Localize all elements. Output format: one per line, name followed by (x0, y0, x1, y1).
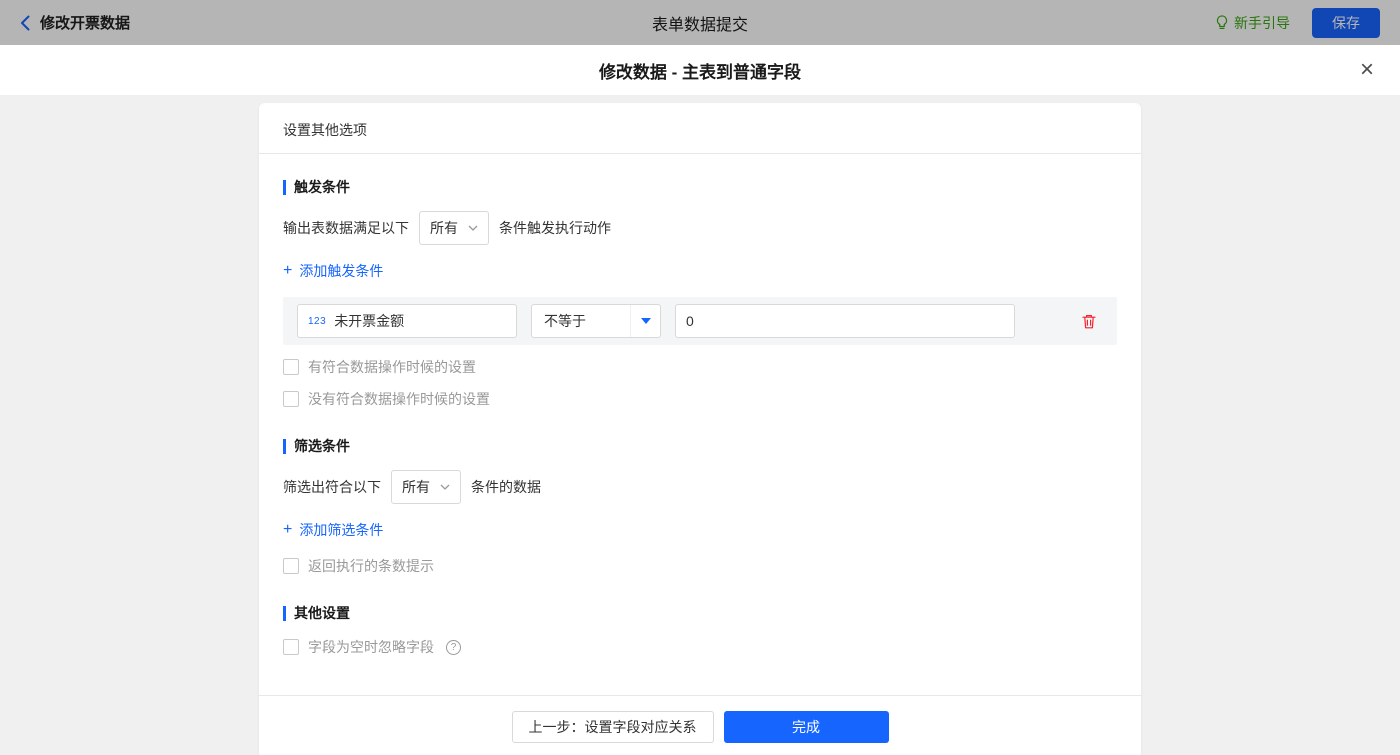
other-settings-section: 其他设置 字段为空时忽略字段 ? (283, 606, 1117, 657)
beginner-guide-button[interactable]: 新手引导 (1215, 13, 1290, 33)
trigger-match-sentence: 输出表数据满足以下 所有 条件触发执行动作 (283, 211, 1117, 245)
close-icon[interactable]: × (1360, 58, 1374, 82)
trigger-conditions-section: 触发条件 输出表数据满足以下 所有 条件触发执行动作 + 添加触发条件 123 … (283, 180, 1117, 409)
other-section-title: 其他设置 (283, 606, 1117, 621)
trigger-match-select-value: 所有 (430, 220, 458, 236)
trigger-section-title: 触发条件 (283, 180, 1117, 195)
has-match-checkbox[interactable] (283, 359, 299, 375)
condition-field-value: 未开票金额 (334, 313, 405, 329)
add-filter-condition-label: 添加筛选条件 (299, 522, 384, 538)
condition-operator-value: 不等于 (544, 313, 586, 329)
chevron-down-icon (440, 484, 450, 490)
caret-down-icon (630, 305, 660, 337)
settings-card: 设置其他选项 触发条件 输出表数据满足以下 所有 条件触发执行动作 + 添加触发… (259, 103, 1141, 755)
top-navbar: 修改开票数据 表单数据提交 新手引导 保存 (0, 0, 1400, 45)
no-match-label: 没有符合数据操作时候的设置 (308, 391, 490, 407)
add-trigger-condition-link[interactable]: + 添加触发条件 (283, 261, 383, 281)
filter-sentence-prefix: 筛选出符合以下 (283, 479, 381, 495)
help-icon[interactable]: ? (446, 639, 461, 655)
no-match-setting-row: 没有符合数据操作时候的设置 (283, 389, 1117, 409)
modal-body: 设置其他选项 触发条件 输出表数据满足以下 所有 条件触发执行动作 + 添加触发… (0, 95, 1400, 755)
filter-conditions-section: 筛选条件 筛选出符合以下 所有 条件的数据 + 添加筛选条件 返回执行的条数提示 (283, 439, 1117, 576)
condition-field-select[interactable]: 123 未开票金额 (297, 304, 517, 338)
ignore-empty-checkbox[interactable] (283, 639, 299, 655)
filter-sentence-suffix: 条件的数据 (471, 479, 541, 495)
add-filter-condition-link[interactable]: + 添加筛选条件 (283, 520, 383, 540)
condition-value-input[interactable] (675, 304, 1015, 338)
chevron-left-icon (21, 15, 30, 30)
has-match-label: 有符合数据操作时候的设置 (308, 359, 476, 375)
no-match-checkbox[interactable] (283, 391, 299, 407)
filter-match-sentence: 筛选出符合以下 所有 条件的数据 (283, 470, 1117, 504)
prev-step-button[interactable]: 上一步：设置字段对应关系 (511, 711, 714, 743)
guide-label: 新手引导 (1234, 14, 1291, 31)
filter-match-select[interactable]: 所有 (391, 470, 461, 504)
count-tip-label: 返回执行的条数提示 (308, 558, 434, 574)
has-match-setting-row: 有符合数据操作时候的设置 (283, 357, 1117, 377)
trigger-match-select[interactable]: 所有 (419, 211, 489, 245)
back-label: 修改开票数据 (40, 15, 131, 32)
back-button[interactable]: 修改开票数据 (20, 12, 130, 33)
card-header: 设置其他选项 (259, 103, 1141, 154)
plus-icon: + (283, 262, 293, 279)
number-type-icon: 123 (308, 315, 327, 327)
trigger-sentence-suffix: 条件触发执行动作 (499, 220, 611, 236)
plus-icon: + (283, 521, 293, 538)
condition-operator-select[interactable]: 不等于 (531, 304, 661, 338)
page-title: 表单数据提交 (652, 16, 749, 34)
filter-match-select-value: 所有 (402, 479, 430, 495)
lightbulb-icon (1216, 15, 1228, 29)
card-content: 触发条件 输出表数据满足以下 所有 条件触发执行动作 + 添加触发条件 123 … (259, 154, 1141, 695)
add-trigger-condition-label: 添加触发条件 (299, 263, 384, 279)
trigger-sentence-prefix: 输出表数据满足以下 (283, 220, 409, 236)
card-footer: 上一步：设置字段对应关系 完成 (259, 695, 1141, 755)
chevron-down-icon (468, 225, 478, 231)
done-button[interactable]: 完成 (723, 711, 889, 743)
card-header-title: 设置其他选项 (283, 122, 367, 138)
trigger-condition-row: 123 未开票金额 不等于 (283, 297, 1117, 345)
count-tip-checkbox[interactable] (283, 558, 299, 574)
modal-title: 修改数据 - 主表到普通字段 (598, 62, 802, 82)
delete-condition-icon[interactable] (1081, 313, 1097, 330)
modal-header: 修改数据 - 主表到普通字段 × (0, 45, 1400, 95)
ignore-empty-label: 字段为空时忽略字段 (308, 639, 434, 655)
count-tip-row: 返回执行的条数提示 (283, 556, 1117, 576)
filter-section-title: 筛选条件 (283, 439, 1117, 454)
ignore-empty-row: 字段为空时忽略字段 ? (283, 637, 1117, 657)
save-button[interactable]: 保存 (1312, 7, 1381, 38)
